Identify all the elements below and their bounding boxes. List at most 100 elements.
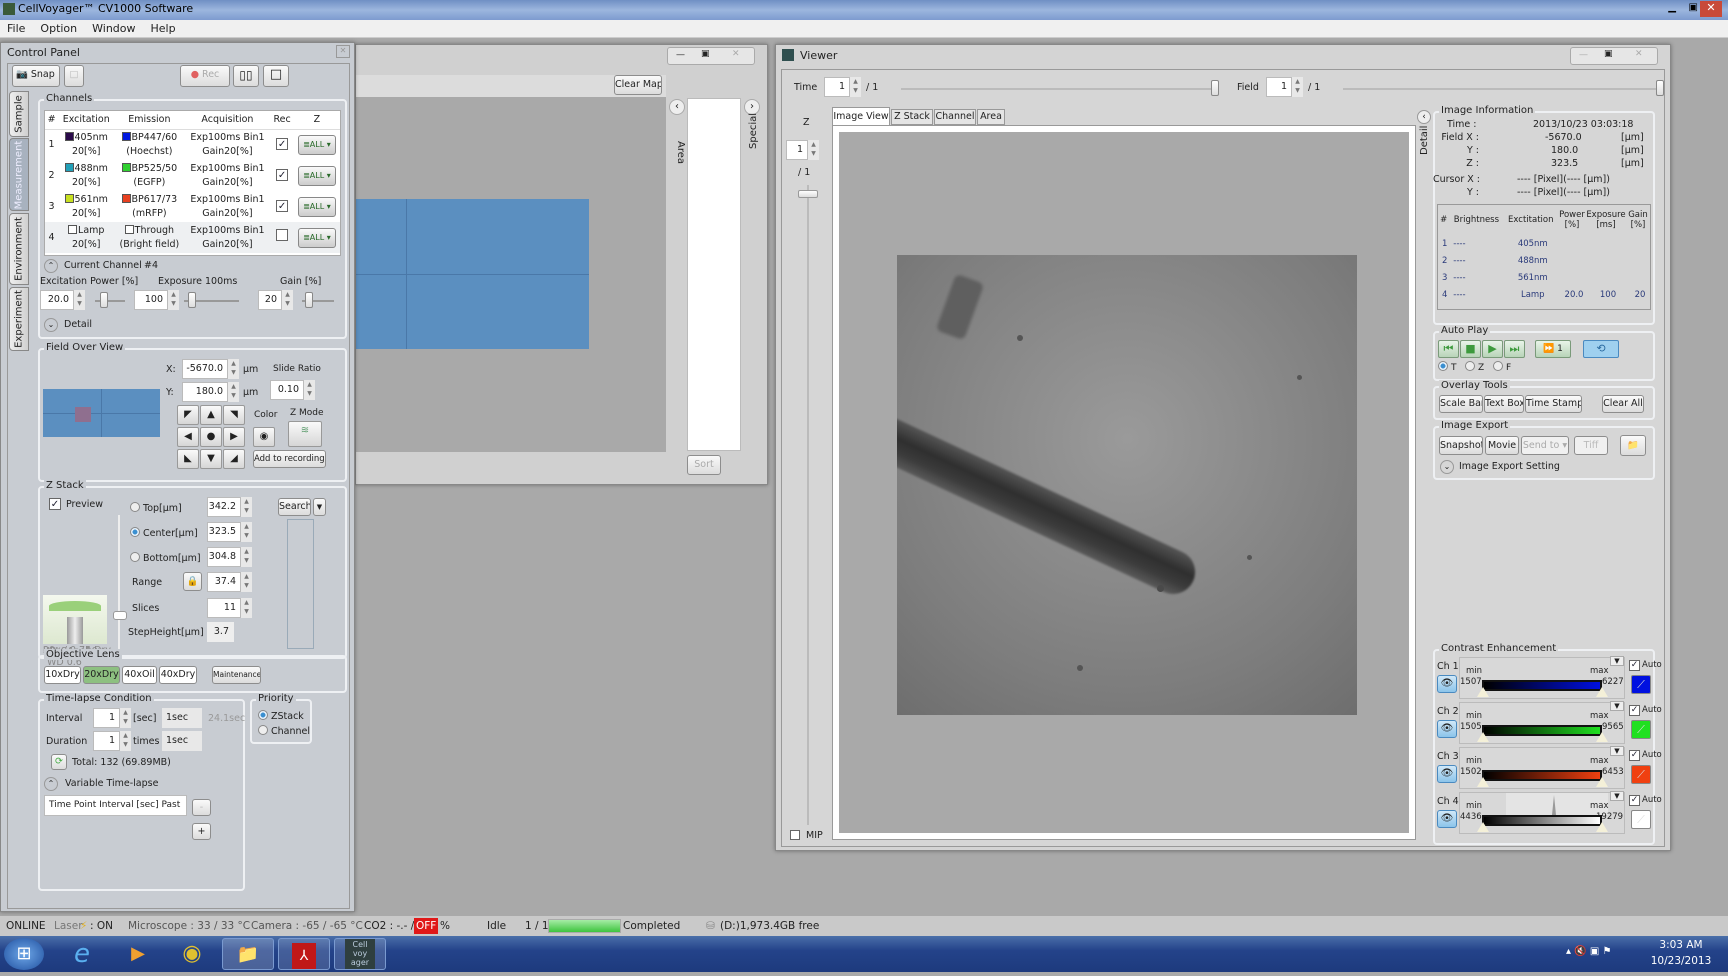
tray-icons[interactable]: ▴ 🔇 ▣ ⚑ — [1566, 946, 1611, 957]
z-mode-dropdown[interactable]: ≣ALL ▾ — [297, 165, 336, 186]
bottom-spinner[interactable]: ▲ ▼ — [241, 547, 252, 567]
snap-button[interactable]: 📷 Snap — [12, 65, 60, 87]
mode-t-radio[interactable]: T — [1438, 361, 1457, 373]
search-button[interactable]: Search — [278, 498, 311, 516]
z-mode-dropdown[interactable]: ≣ALL ▾ — [297, 227, 336, 248]
time-spinner[interactable]: ▲ ▼ — [850, 77, 861, 97]
exposure-input[interactable]: 100 — [134, 290, 168, 310]
file-explorer-icon[interactable]: 📁 — [222, 938, 274, 970]
gain-input[interactable]: 20 — [258, 290, 282, 310]
lens-40xdry-button[interactable]: 40xDry — [159, 666, 197, 684]
pause-button[interactable]: ▯▯ — [233, 65, 259, 87]
lens-10xdry-button[interactable]: 10xDry — [44, 666, 81, 684]
priority-zstack-radio[interactable]: ZStack — [258, 710, 304, 722]
slide-ratio-input[interactable]: 0.10 — [270, 380, 304, 400]
rec-checkbox[interactable]: ✓ — [276, 168, 289, 181]
gain-spinner[interactable]: ▲ ▼ — [282, 290, 293, 310]
collapse-variable-icon[interactable]: ⌃ — [44, 777, 58, 791]
time-slider-thumb[interactable] — [1211, 80, 1219, 96]
move-left-button[interactable]: ◀ — [177, 427, 199, 447]
play-button[interactable]: ▶ — [1482, 340, 1503, 358]
time-input[interactable]: 1 — [824, 77, 850, 97]
color-picker-button[interactable]: ⟋ — [1631, 810, 1651, 829]
start-button[interactable]: ⊞ — [4, 938, 44, 970]
z-input[interactable]: 1 — [786, 140, 808, 160]
lens-20xdry-button[interactable]: 20xDry — [83, 666, 120, 684]
auto-checkbox[interactable]: ✓ — [1629, 659, 1640, 671]
close-icon[interactable]: ✕ — [336, 45, 350, 58]
power-spinner[interactable]: ▲ ▼ — [74, 290, 85, 310]
slices-spinner[interactable]: ▲ ▼ — [241, 598, 252, 618]
duration-spinner[interactable]: ▲ ▼ — [120, 731, 131, 751]
rec-checkbox[interactable] — [276, 229, 289, 241]
mode-f-radio[interactable]: F — [1493, 361, 1511, 373]
range-dropdown-button[interactable]: ▼ — [1610, 746, 1624, 756]
move-up-left-button[interactable]: ◤ — [177, 405, 199, 425]
z-range-handle[interactable] — [113, 611, 127, 620]
clock-date[interactable]: 10/23/2013 — [1646, 955, 1716, 967]
field-overview-map[interactable] — [43, 389, 160, 437]
visibility-eye-button[interactable]: 👁 — [1437, 675, 1457, 693]
field-spinner[interactable]: ▲ ▼ — [1292, 77, 1303, 97]
field-x-input[interactable]: -5670.0 — [182, 359, 228, 379]
microscope-image[interactable] — [897, 255, 1357, 715]
bottom-radio[interactable]: Bottom[µm] — [130, 552, 201, 564]
movie-button[interactable]: Movie — [1485, 436, 1519, 455]
send-to-dropdown[interactable]: Send to ▾ — [1521, 436, 1569, 455]
detail-toggle[interactable]: Detail — [64, 319, 92, 330]
zmode-button[interactable]: ≋ — [288, 421, 322, 447]
min-handle[interactable] — [1477, 822, 1489, 832]
acrobat-icon[interactable]: ⅄ — [278, 938, 330, 970]
text-box-button[interactable]: Text Box — [1484, 395, 1524, 413]
range-lock-button[interactable]: 🔒 — [183, 572, 202, 591]
move-up-button[interactable]: ▲ — [200, 405, 222, 425]
time-stamp-button[interactable]: Time Stamp — [1525, 395, 1582, 413]
refresh-button[interactable]: ⟳ — [51, 754, 67, 770]
tab-experiment[interactable]: Experiment — [9, 287, 29, 351]
slices-input[interactable]: 11 — [207, 598, 241, 618]
scale-bar-button[interactable]: Scale Bar — [1439, 395, 1483, 413]
top-input[interactable]: 342.2 — [207, 497, 241, 517]
lens-40xoil-button[interactable]: 40xOil — [122, 666, 157, 684]
time-slider[interactable] — [901, 88, 1216, 90]
channel-row[interactable]: 2 488nm 20[%] BP525/50 (EGFP) Exp100ms Bin… — [45, 160, 340, 191]
top-spinner[interactable]: ▲ ▼ — [241, 497, 252, 517]
minimize-button[interactable]: — — [1579, 50, 1588, 60]
visibility-eye-button[interactable]: 👁 — [1437, 720, 1457, 738]
mode-z-radio[interactable]: Z — [1465, 361, 1484, 373]
move-center-button[interactable]: ● — [200, 427, 222, 447]
rec-checkbox[interactable]: ✓ — [276, 199, 289, 212]
center-radio[interactable]: Center[µm] — [130, 527, 198, 539]
first-frame-button[interactable]: ⏮ — [1438, 340, 1459, 358]
max-handle[interactable] — [1596, 822, 1608, 832]
minimize-button[interactable]: — — [676, 50, 685, 60]
move-down-left-button[interactable]: ◣ — [177, 449, 199, 469]
color-picker-button[interactable]: ⟋ — [1631, 765, 1651, 784]
visibility-eye-button[interactable]: 👁 — [1437, 810, 1457, 828]
max-handle[interactable] — [1596, 687, 1608, 697]
maximize-button[interactable]: ▣ — [701, 49, 710, 59]
tiff-button[interactable]: Tiff — [1574, 436, 1608, 455]
variable-timelapse-table[interactable]: Time Point Interval [sec] Past — [44, 795, 187, 816]
stop-button[interactable]: □ — [263, 65, 289, 87]
min-handle[interactable] — [1477, 777, 1489, 787]
max-handle[interactable] — [1596, 777, 1608, 787]
clear-map-button[interactable]: Clear Map — [614, 75, 662, 95]
exposure-spinner[interactable]: ▲ ▼ — [168, 290, 179, 310]
power-slider-thumb[interactable] — [100, 292, 108, 308]
auto-checkbox[interactable]: ✓ — [1629, 749, 1640, 761]
stop-play-button[interactable]: ■ — [1460, 340, 1481, 358]
range-dropdown-button[interactable]: ▼ — [1610, 701, 1624, 711]
area-list[interactable] — [687, 98, 741, 451]
speed-button[interactable]: ⏩ 1 — [1535, 340, 1571, 358]
field-x-spinner[interactable]: ▲ ▼ — [228, 359, 239, 379]
exposure-slider-thumb[interactable] — [188, 292, 196, 308]
max-handle[interactable] — [1596, 732, 1608, 742]
z-slider-thumb[interactable] — [798, 190, 818, 198]
detail-collapse-icon[interactable]: ‹ — [1417, 110, 1431, 124]
tab-z-stack[interactable]: Z Stack — [891, 109, 933, 125]
move-down-right-button[interactable]: ◢ — [223, 449, 245, 469]
auto-checkbox[interactable]: ✓ — [1629, 794, 1640, 806]
auto-checkbox[interactable]: ✓ — [1629, 704, 1640, 716]
rec-checkbox[interactable]: ✓ — [276, 137, 289, 150]
